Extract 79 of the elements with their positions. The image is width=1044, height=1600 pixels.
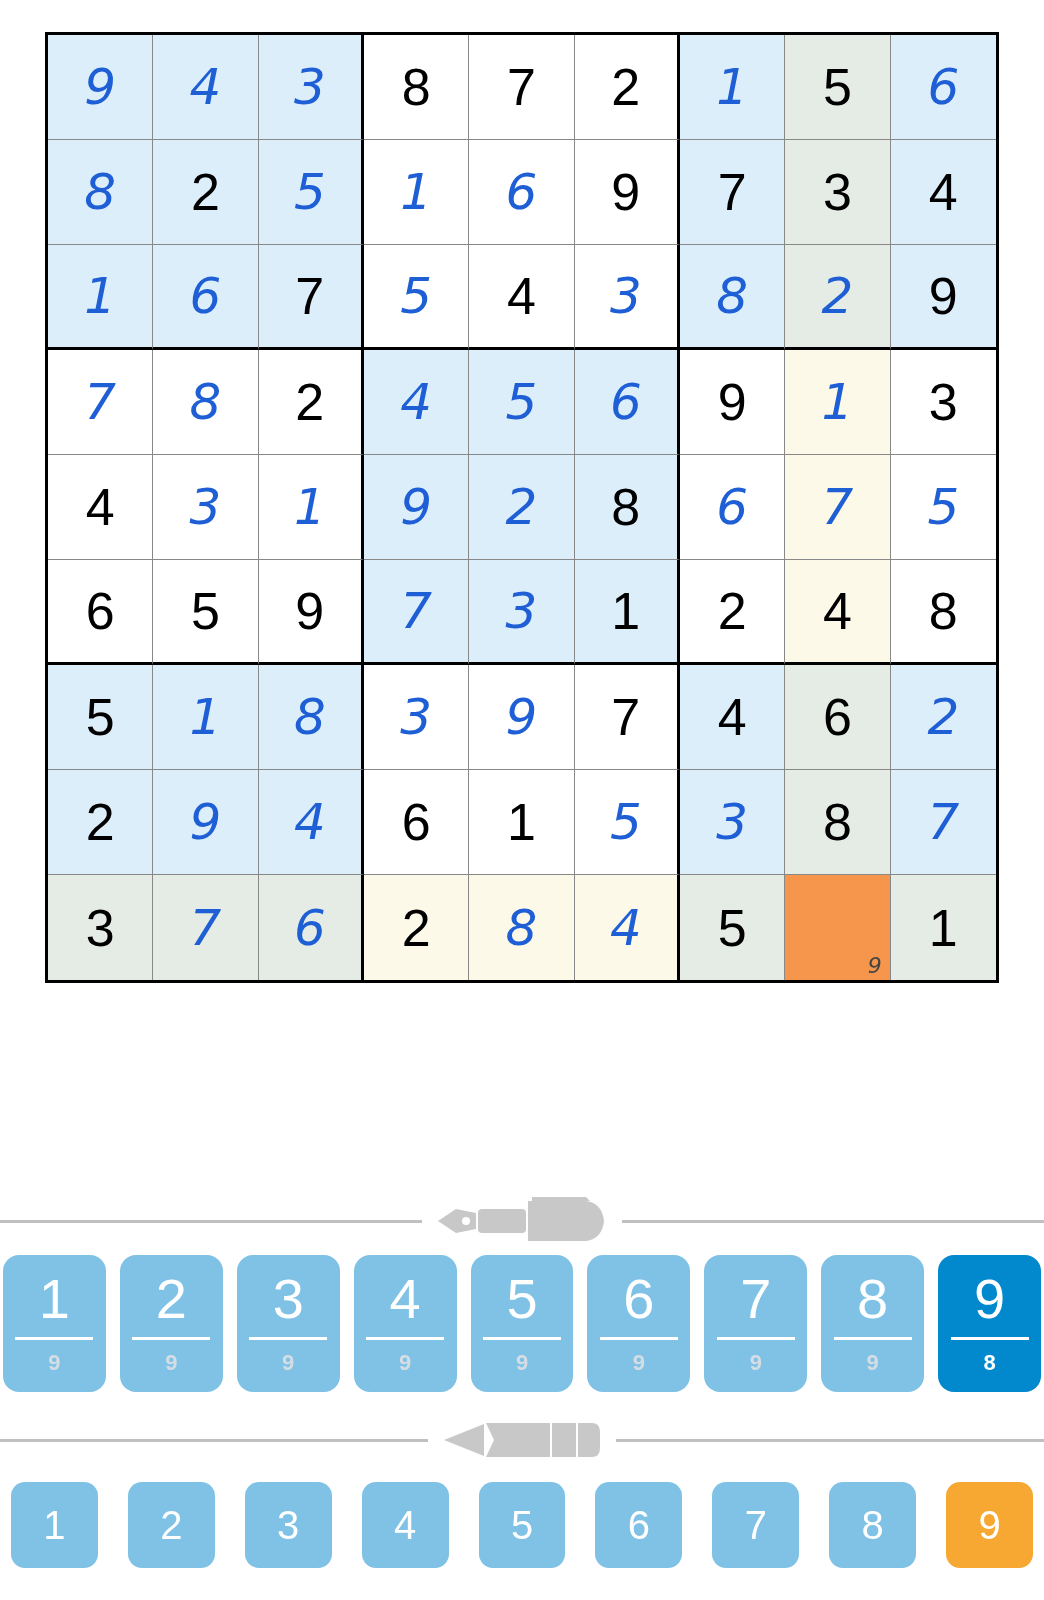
- sudoku-cell[interactable]: 2: [153, 140, 259, 245]
- sudoku-cell[interactable]: 1: [469, 770, 575, 875]
- sudoku-cell[interactable]: 1: [785, 350, 891, 455]
- sudoku-cell[interactable]: 9: [890, 245, 996, 350]
- sudoku-cell[interactable]: 8: [680, 245, 786, 350]
- sudoku-cell[interactable]: 4: [890, 140, 996, 245]
- sudoku-cell[interactable]: 7: [48, 350, 154, 455]
- sudoku-cell[interactable]: 2: [785, 245, 891, 350]
- sudoku-cell[interactable]: 7: [153, 875, 259, 980]
- sudoku-cell[interactable]: 9: [785, 875, 891, 980]
- sudoku-cell[interactable]: 2: [890, 665, 996, 770]
- sudoku-cell[interactable]: 5: [785, 35, 891, 140]
- sudoku-cell[interactable]: 4: [469, 245, 575, 350]
- sudoku-cell[interactable]: 4: [785, 560, 891, 665]
- sudoku-cell[interactable]: 2: [258, 350, 364, 455]
- sudoku-cell[interactable]: 3: [364, 665, 470, 770]
- sudoku-cell[interactable]: 6: [890, 35, 996, 140]
- sudoku-cell[interactable]: 4: [574, 875, 680, 980]
- sudoku-cell[interactable]: 6: [469, 140, 575, 245]
- sudoku-cell[interactable]: 1: [890, 875, 996, 980]
- sudoku-cell[interactable]: 1: [153, 665, 259, 770]
- sudoku-cell[interactable]: 2: [48, 770, 154, 875]
- sudoku-cell[interactable]: 1: [258, 455, 364, 560]
- sudoku-cell[interactable]: 1: [680, 35, 786, 140]
- sudoku-cell[interactable]: 7: [258, 245, 364, 350]
- sudoku-cell[interactable]: 8: [364, 35, 470, 140]
- sudoku-cell[interactable]: 7: [680, 140, 786, 245]
- sudoku-cell[interactable]: 5: [258, 140, 364, 245]
- sudoku-cell[interactable]: 3: [48, 875, 154, 980]
- sudoku-cell[interactable]: 7: [469, 35, 575, 140]
- sudoku-cell[interactable]: 3: [153, 455, 259, 560]
- sudoku-cell[interactable]: 8: [48, 140, 154, 245]
- sudoku-cell[interactable]: 5: [364, 245, 470, 350]
- sudoku-cell[interactable]: 4: [258, 770, 364, 875]
- sudoku-cell[interactable]: 2: [680, 560, 786, 665]
- sudoku-cell[interactable]: 7: [785, 455, 891, 560]
- sudoku-cell[interactable]: 9: [680, 350, 786, 455]
- sudoku-cell[interactable]: 4: [364, 350, 470, 455]
- sudoku-cell[interactable]: 3: [469, 560, 575, 665]
- sudoku-cell[interactable]: 5: [48, 665, 154, 770]
- sudoku-cell[interactable]: 7: [364, 560, 470, 665]
- sudoku-cell[interactable]: 3: [785, 140, 891, 245]
- sudoku-cell[interactable]: 1: [364, 140, 470, 245]
- sudoku-cell[interactable]: 3: [574, 245, 680, 350]
- sudoku-cell[interactable]: 5: [153, 560, 259, 665]
- sudoku-cell[interactable]: 2: [364, 875, 470, 980]
- sudoku-cell[interactable]: 6: [680, 455, 786, 560]
- sudoku-cell[interactable]: 6: [364, 770, 470, 875]
- sudoku-cell[interactable]: 4: [680, 665, 786, 770]
- sudoku-cell[interactable]: 9: [48, 35, 154, 140]
- sudoku-cell[interactable]: 1: [574, 560, 680, 665]
- sudoku-cell[interactable]: 9: [258, 560, 364, 665]
- sudoku-cell[interactable]: 3: [680, 770, 786, 875]
- sudoku-cell[interactable]: 8: [153, 350, 259, 455]
- sudoku-cell[interactable]: 5: [680, 875, 786, 980]
- sudoku-cell[interactable]: 6: [258, 875, 364, 980]
- sudoku-cell[interactable]: 5: [574, 770, 680, 875]
- sudoku-cell[interactable]: 9: [153, 770, 259, 875]
- sudoku-cell[interactable]: 6: [48, 560, 154, 665]
- sudoku-cell[interactable]: 8: [469, 875, 575, 980]
- sudoku-cell[interactable]: 7: [574, 665, 680, 770]
- sudoku-cell[interactable]: 8: [574, 455, 680, 560]
- sudoku-cell[interactable]: 6: [153, 245, 259, 350]
- sudoku-cell[interactable]: 9: [469, 665, 575, 770]
- sudoku-cell[interactable]: 5: [469, 350, 575, 455]
- sudoku-cell[interactable]: 3: [258, 35, 364, 140]
- sudoku-cell[interactable]: 2: [574, 35, 680, 140]
- sudoku-cell[interactable]: 4: [48, 455, 154, 560]
- sudoku-cell[interactable]: 1: [48, 245, 154, 350]
- sudoku-cell[interactable]: 6: [574, 350, 680, 455]
- sudoku-cell[interactable]: 4: [153, 35, 259, 140]
- sudoku-cell[interactable]: 9: [574, 140, 680, 245]
- sudoku-cell[interactable]: 2: [469, 455, 575, 560]
- digit-button[interactable]: 9 8: [938, 1255, 1041, 1392]
- sudoku-cell[interactable]: 8: [785, 770, 891, 875]
- sudoku-cell[interactable]: 8: [258, 665, 364, 770]
- sudoku-cell[interactable]: 7: [890, 770, 996, 875]
- sudoku-cell[interactable]: 9: [364, 455, 470, 560]
- sudoku-cell[interactable]: 6: [785, 665, 891, 770]
